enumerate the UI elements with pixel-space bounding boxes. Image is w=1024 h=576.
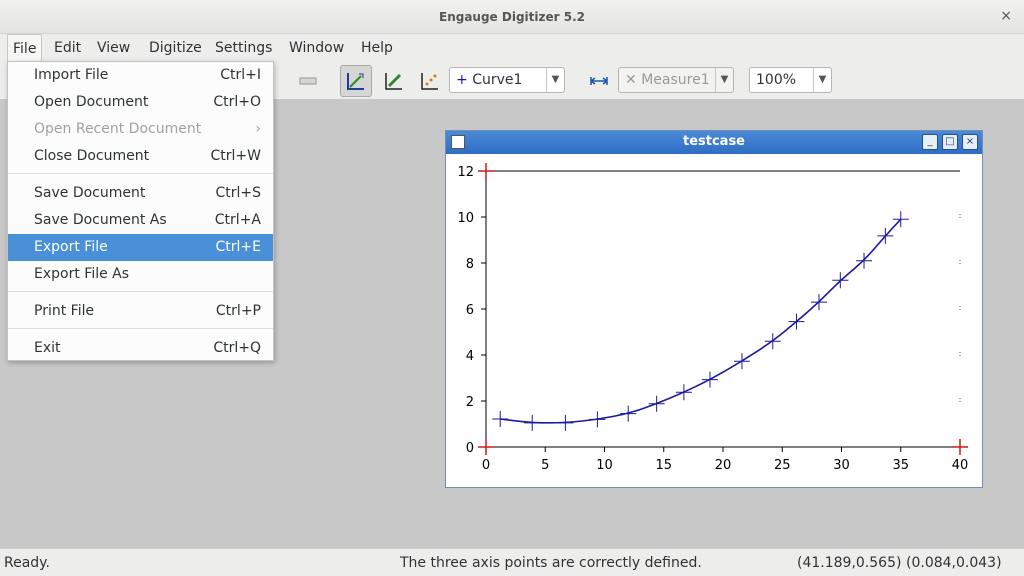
- menu-settings[interactable]: Settings: [210, 34, 277, 62]
- series-line: [500, 218, 902, 424]
- chevron-down-icon: ▼: [715, 68, 733, 92]
- graph-coordinates: (0.084,0.043): [906, 555, 1002, 571]
- data-point-marker: [589, 411, 606, 428]
- x-tick-label: 25: [774, 458, 791, 473]
- status-message: The three axis points are correctly defi…: [400, 555, 702, 571]
- data-point-marker: [648, 395, 665, 412]
- menu-separator: [8, 291, 273, 292]
- menu-item-import-file[interactable]: Import File Ctrl+I: [8, 62, 273, 89]
- x-tick-label: 15: [655, 458, 672, 473]
- menu-item-open-recent: Open Recent Document ›: [8, 116, 273, 143]
- screen-coordinates: (41.189,0.565): [797, 555, 902, 571]
- menu-item-save-document-as[interactable]: Save Document As Ctrl+A: [8, 207, 273, 234]
- menu-item-exit[interactable]: Exit Ctrl+Q: [8, 335, 273, 362]
- x-tick-label: 35: [892, 458, 909, 473]
- data-point-marker: [620, 405, 637, 422]
- axis-point-marker: [478, 163, 494, 179]
- title-bar: Engauge Digitizer 5.2 ×: [0, 0, 1024, 34]
- subwindow-title: testcase: [682, 134, 746, 149]
- x-tick-label: 30: [833, 458, 850, 473]
- color-picker-icon[interactable]: [414, 65, 446, 97]
- document-subwindow: testcase _ □ × 0 5 10 15 20 25 30 35 40 0 2 4 6 8 10 12: [445, 130, 983, 488]
- axis-point-marker: [478, 439, 494, 455]
- menu-view[interactable]: View: [92, 34, 135, 62]
- menu-edit[interactable]: Edit: [49, 34, 86, 62]
- y-tick-label: 12: [457, 165, 474, 180]
- curve-select-value: Curve1: [472, 72, 523, 88]
- close-window-button[interactable]: ×: [1000, 8, 1012, 24]
- zoom-select-value: 100%: [756, 72, 797, 88]
- x-tick-label: 10: [596, 458, 613, 473]
- y-tick-label: 6: [466, 303, 474, 318]
- chevron-down-icon: ▼: [546, 68, 564, 92]
- axis-point-icon[interactable]: [340, 65, 372, 97]
- app-title: Engauge Digitizer 5.2: [439, 10, 585, 24]
- data-point-marker: [701, 371, 718, 388]
- y-tick-label: 2: [466, 395, 474, 410]
- y-tick-label: 4: [466, 349, 474, 364]
- measure-icon[interactable]: [583, 65, 615, 97]
- menu-separator: [8, 328, 273, 329]
- menu-digitize[interactable]: Digitize: [144, 34, 207, 62]
- x-tick-label: 40: [952, 458, 969, 473]
- measure-select-value: Measure1: [641, 72, 710, 88]
- axis-point-marker: [952, 439, 968, 455]
- menu-item-close-document[interactable]: Close Document Ctrl+W: [8, 143, 273, 170]
- curve-select[interactable]: + Curve1 ▼: [449, 67, 565, 93]
- chevron-right-icon: ›: [255, 121, 261, 137]
- x-tick-label: 20: [715, 458, 732, 473]
- data-point-marker: [733, 353, 750, 370]
- menu-item-open-document[interactable]: Open Document Ctrl+O: [8, 89, 273, 116]
- data-point-marker: [557, 414, 574, 431]
- x-tick-label: 0: [482, 458, 490, 473]
- menu-item-export-file-as[interactable]: Export File As: [8, 261, 273, 288]
- data-point-marker: [524, 414, 541, 431]
- y-tick-label: 8: [466, 257, 474, 272]
- menu-item-save-document[interactable]: Save Document Ctrl+S: [8, 180, 273, 207]
- menu-help[interactable]: Help: [356, 34, 398, 62]
- subwindow-title-bar[interactable]: testcase _ □ ×: [446, 131, 982, 154]
- menu-item-print-file[interactable]: Print File Ctrl+P: [8, 298, 273, 325]
- x-icon: ✕: [625, 72, 637, 88]
- y-tick-label: 0: [466, 441, 474, 456]
- menu-bar: File Edit View Digitize Settings Window …: [0, 34, 1024, 62]
- menu-file[interactable]: File: [7, 34, 43, 62]
- measure-select[interactable]: ✕ Measure1 ▼: [618, 67, 734, 93]
- data-point-marker: [675, 384, 692, 401]
- chevron-down-icon: ▼: [813, 68, 831, 92]
- data-point-marker: [492, 410, 509, 427]
- segment-icon[interactable]: [292, 65, 324, 97]
- maximize-button[interactable]: □: [942, 134, 958, 150]
- y-tick-label: 10: [457, 211, 474, 226]
- plus-icon: +: [456, 72, 468, 88]
- minimize-button[interactable]: _: [922, 134, 938, 150]
- status-text: Ready.: [4, 555, 50, 571]
- menu-separator: [8, 173, 273, 174]
- close-subwindow-button[interactable]: ×: [962, 134, 978, 150]
- menu-window[interactable]: Window: [284, 34, 349, 62]
- x-tick-label: 5: [541, 458, 549, 473]
- file-menu-dropdown: Import File Ctrl+I Open Document Ctrl+O Op…: [7, 61, 274, 361]
- status-bar: Ready. The three axis points are correct…: [0, 548, 1024, 576]
- curve-point-icon[interactable]: [378, 65, 410, 97]
- plot-canvas[interactable]: 0 5 10 15 20 25 30 35 40 0 2 4 6 8 10 12: [446, 154, 982, 487]
- zoom-select[interactable]: 100% ▼: [749, 67, 832, 93]
- menu-item-export-file[interactable]: Export File Ctrl+E: [8, 234, 273, 261]
